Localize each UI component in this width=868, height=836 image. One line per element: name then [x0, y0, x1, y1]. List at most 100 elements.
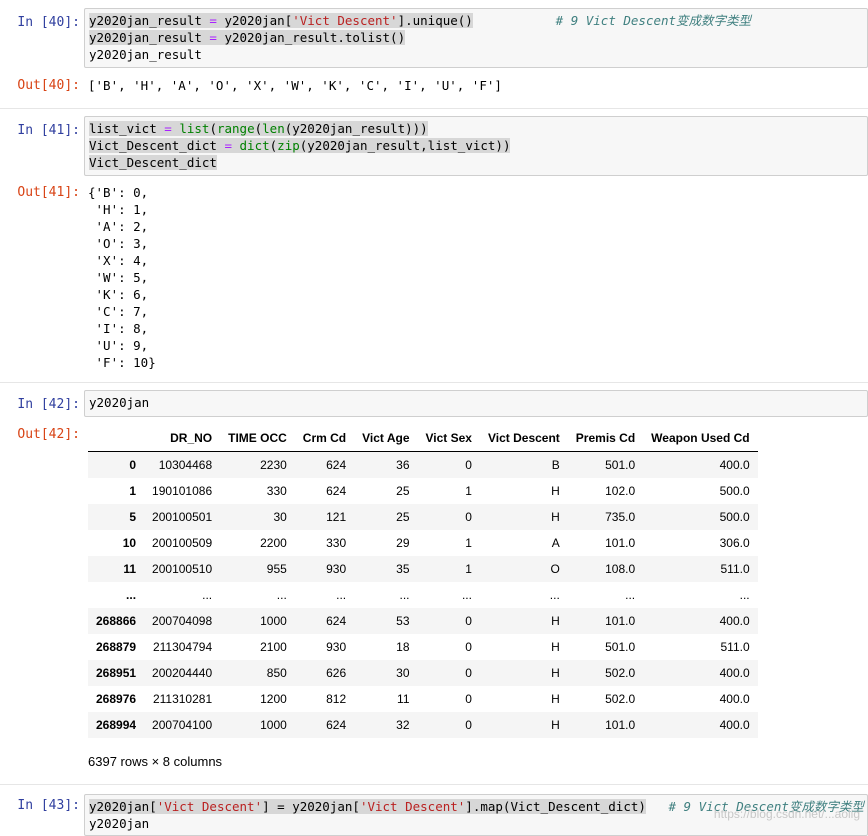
table-row: 5 200100501 30 121 25 0 H 735.0 500.0 [88, 504, 758, 530]
table-cell: 29 [396, 536, 410, 550]
dataframe-body: 0 10304468 2230 624 36 0 B 501.0 400.0 1 190101086… [88, 451, 758, 738]
code-token: y2020jan_result [89, 47, 202, 62]
dataframe-header: DR_NO TIME OCC Crm Cd Vict Age Vict Sex Vict … [88, 425, 758, 452]
table-cell: 330 [326, 536, 347, 550]
column-header: DR_NO [144, 425, 221, 452]
table-cell: 30 [273, 510, 287, 524]
column-header: Crm Cd [294, 425, 355, 452]
table-cell: ... [739, 588, 750, 602]
row-index: ... [126, 588, 137, 602]
table-cell: ... [549, 588, 560, 602]
output-dict: {'B': 0, 'H': 1, 'A': 2, 'O': 3, 'X': 4,… [88, 185, 156, 370]
code-token: = [224, 138, 232, 153]
dataframe-shape: 6397 rows × 8 columns [88, 754, 223, 769]
table-cell: 0 [465, 666, 472, 680]
cell-divider [0, 108, 868, 109]
row-index: 268951 [96, 666, 137, 680]
code-token: ].map(Vict_Descent_dict) [465, 799, 646, 814]
code-editor[interactable]: list_vict = list(range(len(y2020jan_resu… [84, 116, 868, 176]
column-header: Vict Age [354, 425, 418, 452]
table-cell: 500.0 [719, 510, 750, 524]
table-cell: 10304468 [158, 458, 213, 472]
table-cell: ... [276, 588, 287, 602]
table-cell: 502.0 [605, 692, 636, 706]
code-token: y2020jan_result [89, 30, 202, 45]
table-cell: A [551, 536, 560, 550]
table-cell: 0 [465, 614, 472, 628]
table-cell: 624 [326, 484, 347, 498]
row-index: 11 [123, 562, 137, 576]
table-cell: 190101086 [152, 484, 213, 498]
table-row: 10 200100509 2200 330 29 1 A 101.0 306.0 [88, 530, 758, 556]
table-cell: 624 [326, 614, 347, 628]
table-cell: H [551, 484, 560, 498]
code-token: range [216, 121, 255, 136]
code-token: list [179, 121, 210, 136]
table-cell: 501.0 [605, 458, 636, 472]
dataframe-table: DR_NO TIME OCC Crm Cd Vict Age Vict Sex Vict … [88, 425, 758, 738]
code-editor[interactable]: y2020jan_result = y2020jan['Vict Descent… [84, 8, 868, 68]
table-cell: 400.0 [719, 718, 750, 732]
row-index: 10 [122, 536, 137, 550]
input-prompt: In [42]: [17, 397, 80, 412]
code-token: Vict_Descent_dict [89, 155, 217, 170]
table-row: 268994 200704100 1000 624 32 0 H 101.0 400.0 [88, 712, 758, 738]
column-header: Vict Descent [479, 425, 568, 452]
table-cell: O [550, 562, 560, 576]
table-row: 268866 200704098 1000 624 53 0 H 101.0 400.0 [88, 608, 758, 634]
code-token: y2020jan[ [224, 13, 293, 28]
table-row: 268951 200204440 850 626 30 0 H 502.0 400.0 [88, 660, 758, 686]
cell-divider [0, 784, 868, 785]
table-cell: 306.0 [719, 536, 750, 550]
table-cell: 101.0 [605, 718, 636, 732]
code-editor[interactable]: y2020jan [84, 390, 868, 417]
table-cell: ... [202, 588, 213, 602]
table-cell: 400.0 [719, 458, 750, 472]
table-cell: 1 [465, 484, 472, 498]
table-cell: 211304794 [152, 640, 213, 654]
table-row: ........................... [88, 582, 758, 608]
code-token: ].unique() [397, 13, 473, 28]
table-cell: H [551, 510, 560, 524]
table-cell: ... [625, 588, 636, 602]
table-cell: 101.0 [605, 536, 636, 550]
code-token: list_vict [89, 121, 157, 136]
code-token: (y2020jan_result))) [284, 121, 428, 136]
row-index: 268976 [96, 692, 137, 706]
table-cell: 812 [326, 692, 347, 706]
code-token: y2020jan_result [89, 13, 202, 28]
row-index: 268994 [96, 718, 137, 732]
table-row: 1 190101086 330 624 25 1 H 102.0 500.0 [88, 478, 758, 504]
table-cell: 0 [465, 510, 472, 524]
column-header: Vict Sex [417, 425, 480, 452]
table-cell: 0 [465, 692, 472, 706]
code-token: = [209, 30, 217, 45]
index-header [88, 425, 145, 452]
table-row: 268879 211304794 2100 930 18 0 H 501.0 511.0 [88, 634, 758, 660]
table-cell: H [551, 614, 560, 628]
table-cell: 200704100 [152, 718, 213, 732]
table-cell: 2200 [260, 536, 287, 550]
table-cell: 930 [326, 640, 347, 654]
code-token: (y2020jan_result,list_vict)) [299, 138, 511, 153]
table-cell: ... [399, 588, 410, 602]
table-cell: 108.0 [605, 562, 636, 576]
table-cell: 1 [465, 536, 472, 550]
table-cell: 1 [465, 562, 472, 576]
table-cell: H [551, 718, 560, 732]
table-cell: H [551, 640, 560, 654]
table-cell: 930 [326, 562, 347, 576]
table-cell: 11 [397, 692, 410, 706]
table-cell: H [551, 692, 560, 706]
output-text: ['B', 'H', 'A', 'O', 'X', 'W', 'K', 'C',… [88, 78, 502, 93]
table-cell: 624 [326, 458, 347, 472]
code-token: dict [239, 138, 270, 153]
table-cell: 1200 [260, 692, 287, 706]
code-token: len [262, 121, 285, 136]
table-cell: 36 [396, 458, 410, 472]
code-token: = [164, 121, 172, 136]
table-cell: 121 [326, 510, 347, 524]
row-index: 5 [129, 510, 137, 524]
code-token: zip [277, 138, 300, 153]
table-cell: 32 [396, 718, 410, 732]
